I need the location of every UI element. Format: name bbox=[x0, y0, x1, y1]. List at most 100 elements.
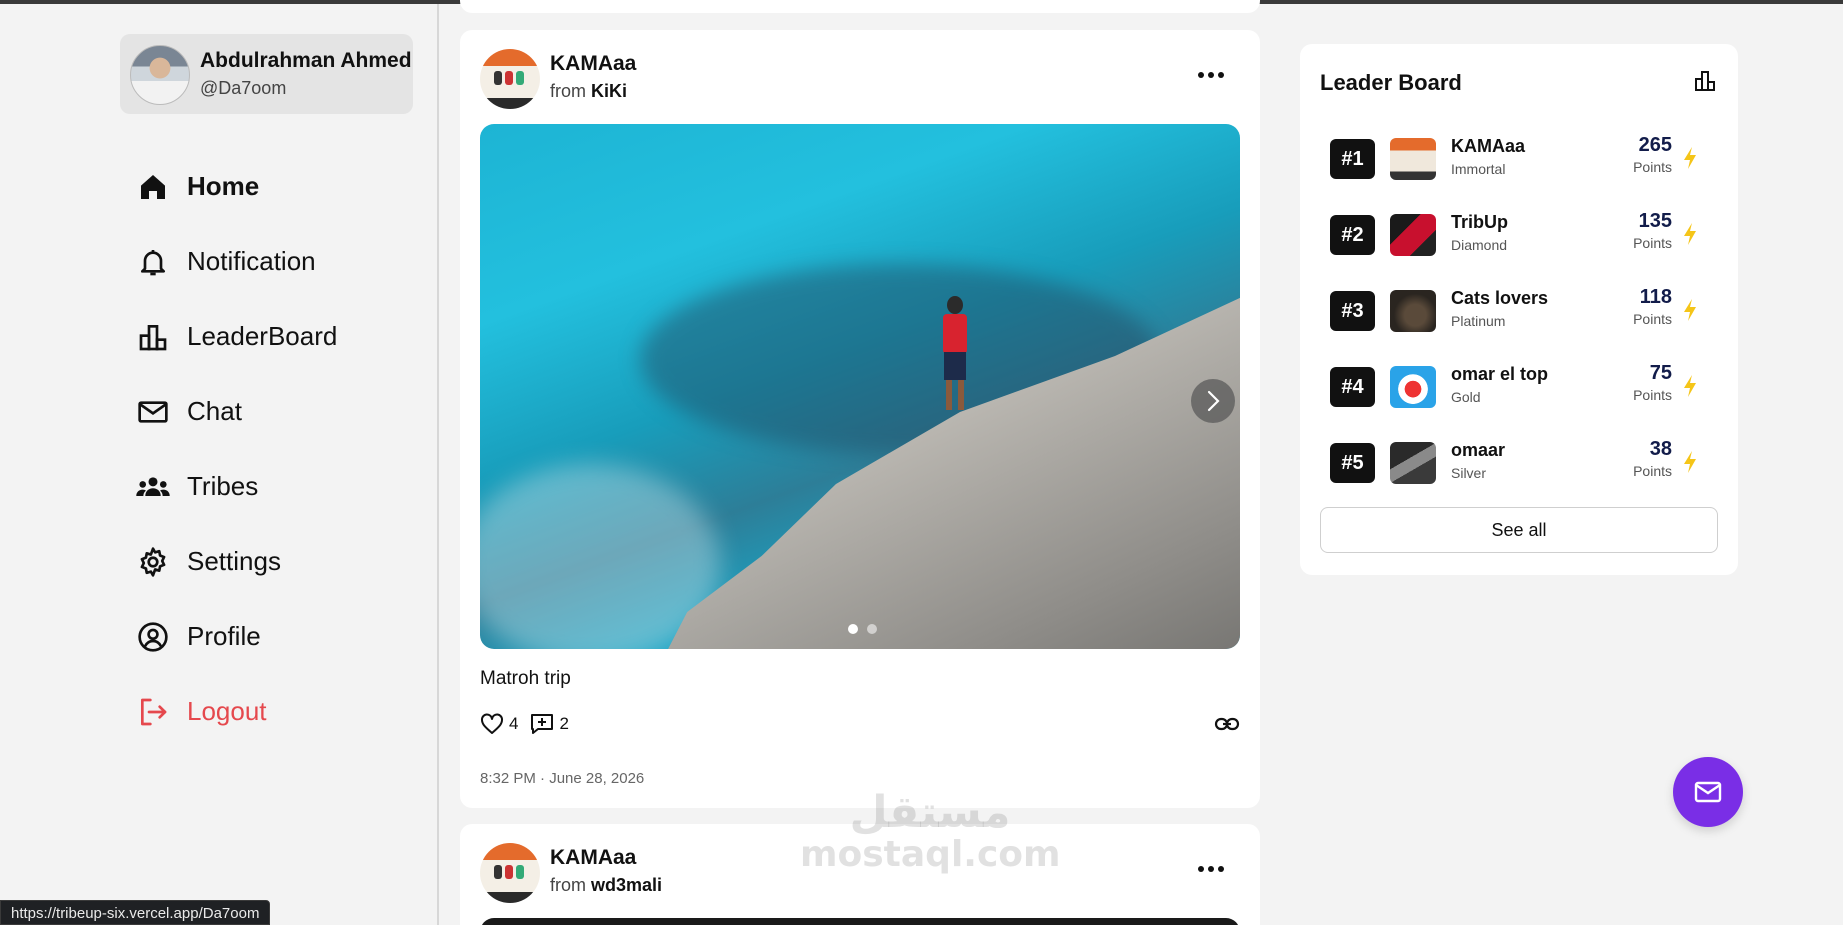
dot-icon bbox=[1208, 72, 1214, 78]
nav-item-label: Settings bbox=[187, 546, 281, 576]
post-timestamp: 8:32 PM · June 28, 2026 bbox=[480, 770, 645, 787]
nav-item-tribes[interactable]: Tribes bbox=[135, 449, 415, 524]
leaderboard-title: Leader Board bbox=[1320, 70, 1462, 95]
tribe-avatar bbox=[1390, 366, 1436, 408]
tribe-tier: Immortal bbox=[1451, 161, 1506, 177]
post-tribe-line: from KiKi bbox=[550, 81, 627, 102]
nav-item-leaderboard[interactable]: LeaderBoard bbox=[135, 299, 415, 374]
main-nav: Home Notification LeaderBoard Chat Tribe… bbox=[135, 149, 415, 749]
tribe-avatar bbox=[1390, 138, 1436, 180]
more-options-button[interactable] bbox=[1198, 72, 1224, 78]
points-label: Points bbox=[1633, 311, 1672, 327]
tribe-name: TribUp bbox=[1451, 212, 1508, 232]
points-label: Points bbox=[1633, 159, 1672, 175]
avatar bbox=[130, 45, 190, 105]
post-card: KAMAaa from KiKi Matroh trip 4 2 8:32 PM… bbox=[460, 30, 1260, 808]
nav-item-chat[interactable]: Chat bbox=[135, 374, 415, 449]
carousel-dot[interactable] bbox=[867, 624, 877, 634]
bolt-icon bbox=[1684, 375, 1696, 397]
post-avatar[interactable] bbox=[480, 843, 540, 903]
nav-item-logout[interactable]: Logout bbox=[135, 674, 415, 749]
nav-item-label: Logout bbox=[187, 696, 267, 726]
tribe-avatar bbox=[1390, 290, 1436, 332]
watermark-line1: مستقل bbox=[849, 787, 1011, 838]
mail-icon bbox=[1694, 781, 1722, 803]
points-label: Points bbox=[1633, 235, 1672, 251]
tribe-name: omaar bbox=[1451, 440, 1506, 460]
carousel-dot[interactable] bbox=[848, 624, 858, 634]
post-tribe-link[interactable]: KiKi bbox=[591, 81, 627, 101]
post-caption: Matroh trip bbox=[480, 668, 571, 689]
nav-item-home[interactable]: Home bbox=[135, 149, 415, 224]
watermark-line2: mostaql.com bbox=[800, 834, 1061, 876]
heart-icon bbox=[481, 713, 503, 734]
leaderboard-row[interactable]: #5 omaar Silver 38 Points bbox=[1330, 434, 1710, 490]
user-handle: @Da7oom bbox=[200, 78, 287, 98]
more-options-button[interactable] bbox=[1198, 866, 1224, 872]
nav-item-label: Home bbox=[187, 171, 260, 201]
post-tribe-link[interactable]: wd3mali bbox=[591, 875, 662, 895]
post-from-prefix: from bbox=[550, 875, 586, 895]
leaderboard-row[interactable]: #2 TribUp Diamond 135 Points bbox=[1330, 206, 1710, 262]
watermark: مستقل mostaql.com bbox=[800, 787, 1061, 876]
tribe-name: omar el top bbox=[1451, 364, 1549, 384]
link-icon bbox=[1214, 717, 1240, 731]
leaderboard-icon bbox=[135, 319, 171, 355]
bolt-icon bbox=[1684, 223, 1696, 245]
nav-item-label: Tribes bbox=[187, 471, 259, 501]
nav-item-label: Profile bbox=[187, 621, 261, 651]
sidebar: Abdulrahman Ahmed @Da7oom Home Notificat… bbox=[0, 4, 439, 925]
like-button[interactable]: 4 bbox=[480, 713, 518, 735]
carousel-dots bbox=[848, 624, 877, 634]
bell-icon bbox=[135, 244, 171, 280]
mail-icon bbox=[135, 394, 171, 430]
leaderboard-icon[interactable] bbox=[1694, 70, 1718, 97]
copy-link-button[interactable] bbox=[1214, 714, 1240, 739]
points-label: Points bbox=[1633, 463, 1672, 479]
user-circle-icon bbox=[135, 619, 171, 655]
post-author[interactable]: KAMAaa bbox=[550, 846, 636, 870]
nav-item-settings[interactable]: Settings bbox=[135, 524, 415, 599]
like-count: 4 bbox=[509, 714, 519, 733]
leaderboard-row[interactable]: #4 omar el top Gold 75 Points bbox=[1330, 358, 1710, 414]
rank-badge: #5 bbox=[1330, 443, 1375, 483]
dot-icon bbox=[1198, 72, 1204, 78]
tribe-tier: Gold bbox=[1451, 389, 1481, 405]
comment-icon bbox=[531, 714, 554, 734]
user-name: Abdulrahman Ahmed bbox=[200, 49, 412, 72]
previous-post-edge bbox=[460, 0, 1260, 13]
leaderboard-card: Leader Board #1 KAMAaa Immortal 265 Poin… bbox=[1300, 44, 1738, 575]
tribe-tier: Silver bbox=[1451, 465, 1487, 481]
post-image-carousel[interactable] bbox=[480, 124, 1240, 649]
nav-item-notification[interactable]: Notification bbox=[135, 224, 415, 299]
carousel-next-button[interactable] bbox=[1191, 379, 1235, 423]
comment-button[interactable]: 2 bbox=[530, 713, 569, 735]
leaderboard-row[interactable]: #3 Cats lovers Platinum 118 Points bbox=[1330, 282, 1710, 338]
dot-icon bbox=[1218, 72, 1224, 78]
tribe-avatar bbox=[1390, 214, 1436, 256]
tribe-name: Cats lovers bbox=[1451, 288, 1549, 308]
bolt-icon bbox=[1684, 299, 1696, 321]
gear-icon bbox=[135, 544, 171, 580]
image-person bbox=[935, 296, 975, 421]
nav-item-profile[interactable]: Profile bbox=[135, 599, 415, 674]
message-fab-button[interactable] bbox=[1673, 757, 1743, 827]
post-author[interactable]: KAMAaa bbox=[550, 52, 636, 76]
comment-count: 2 bbox=[559, 714, 569, 733]
nav-item-label: Chat bbox=[187, 396, 242, 426]
leaderboard-row[interactable]: #1 KAMAaa Immortal 265 Points bbox=[1330, 130, 1710, 186]
post-avatar[interactable] bbox=[480, 49, 540, 109]
tribe-avatar bbox=[1390, 442, 1436, 484]
status-bar-url: https://tribeup-six.vercel.app/Da7oom bbox=[0, 900, 271, 925]
tribe-points: 75 bbox=[1649, 362, 1672, 384]
points-label: Points bbox=[1633, 387, 1672, 403]
tribe-points: 38 bbox=[1649, 438, 1672, 460]
bolt-icon bbox=[1684, 147, 1696, 169]
user-card[interactable]: Abdulrahman Ahmed @Da7oom bbox=[120, 34, 413, 114]
tribe-tier: Platinum bbox=[1451, 313, 1506, 329]
tribe-tier: Diamond bbox=[1451, 237, 1508, 253]
group-icon bbox=[135, 469, 171, 505]
rank-badge: #4 bbox=[1330, 367, 1375, 407]
tribe-points: 118 bbox=[1639, 286, 1672, 308]
see-all-button[interactable]: See all bbox=[1320, 507, 1718, 553]
